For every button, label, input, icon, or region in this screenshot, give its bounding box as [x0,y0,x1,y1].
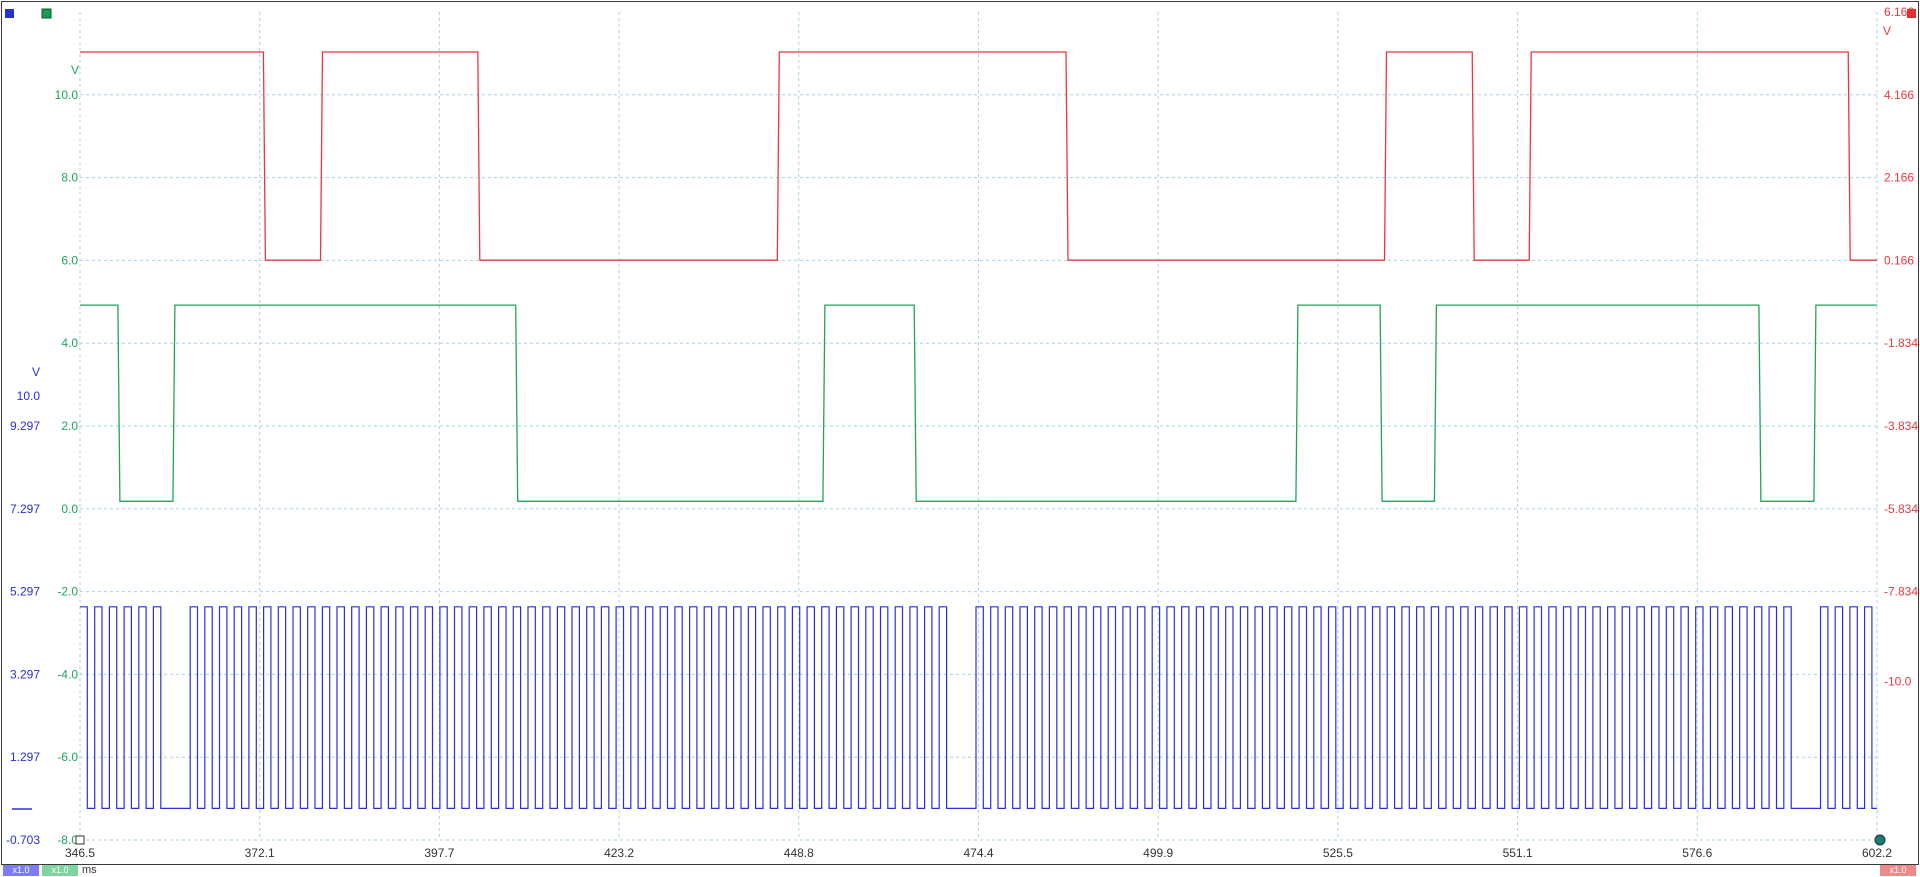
red-axis-tick-label: -1.834 [1884,336,1918,350]
blue-axis-tick-label: 7.297 [10,502,40,516]
x-axis-tick-label: 551.1 [1503,846,1533,860]
blue-channel-marker[interactable] [5,9,14,18]
x-axis-tick-label: 576.6 [1682,846,1712,860]
green-scale-badge[interactable]: x1.0 [42,865,78,876]
green-axis-tick-label: 0.0 [61,502,78,516]
red-axis-unit: V [1883,24,1891,38]
green-axis-tick-label: -8.0 [57,833,78,847]
blue-axis-tick-label: 1.297 [10,750,40,764]
x-axis-tick-label: 602.2 [1862,846,1892,860]
x-axis-tick-label: 346.5 [65,846,95,860]
x-axis-tick-label: 372.1 [245,846,275,860]
oscilloscope-plot[interactable]: V 10.08.06.04.02.00.0-2.0-4.0-6.0-8.0 V … [0,0,1920,877]
blue-axis-tick-label: 3.297 [10,667,40,681]
green-axis-tick-label: 4.0 [61,336,78,350]
x-axis-tick-label: 499.9 [1143,846,1173,860]
right-cursor-handle[interactable] [1874,834,1886,846]
x-axis-tick-label: 474.4 [963,846,993,860]
blue-axis-tick-label: -0.703 [6,833,40,847]
green-axis-tick-label: -4.0 [57,667,78,681]
red-channel-marker[interactable] [1907,9,1916,18]
green-axis-tick-label: -6.0 [57,750,78,764]
green-axis-tick-label: 2.0 [61,419,78,433]
blue-axis-tick-label: 9.297 [10,419,40,433]
red-scale-badge[interactable]: x1.0 [1880,865,1916,876]
green-axis-unit: V [71,63,79,77]
plot-frame [1,1,1919,865]
red-axis-tick-label: 4.166 [1884,88,1914,102]
red-axis-tick-label: -5.834 [1884,502,1918,516]
blue-axis-tick-label: 10.0 [17,389,41,403]
left-cursor-handle[interactable] [75,835,85,845]
x-axis-tick-label: 448.8 [784,846,814,860]
green-axis-tick-label: 10.0 [55,88,79,102]
red-axis-tick-label: 0.166 [1884,253,1914,267]
blue-axis-unit: V [32,365,40,379]
red-axis-tick-label: -7.834 [1884,585,1918,599]
red-axis-tick-label: -10.0 [1884,674,1912,688]
green-channel-marker[interactable] [41,8,52,19]
blue-scale-badge[interactable]: x1.0 [3,865,39,876]
x-axis-unit: ms [82,864,97,876]
red-axis-tick-label: 2.166 [1884,171,1914,185]
x-axis-tick-label: 423.2 [604,846,634,860]
x-axis-tick-label: 397.7 [424,846,454,860]
green-axis-tick-label: 6.0 [61,253,78,267]
blue-axis-tick-label: 5.297 [10,585,40,599]
green-axis-tick-label: -2.0 [57,585,78,599]
red-axis-tick-label: -3.834 [1884,419,1918,433]
green-axis-tick-label: 8.0 [61,171,78,185]
x-axis-tick-label: 525.5 [1323,846,1353,860]
